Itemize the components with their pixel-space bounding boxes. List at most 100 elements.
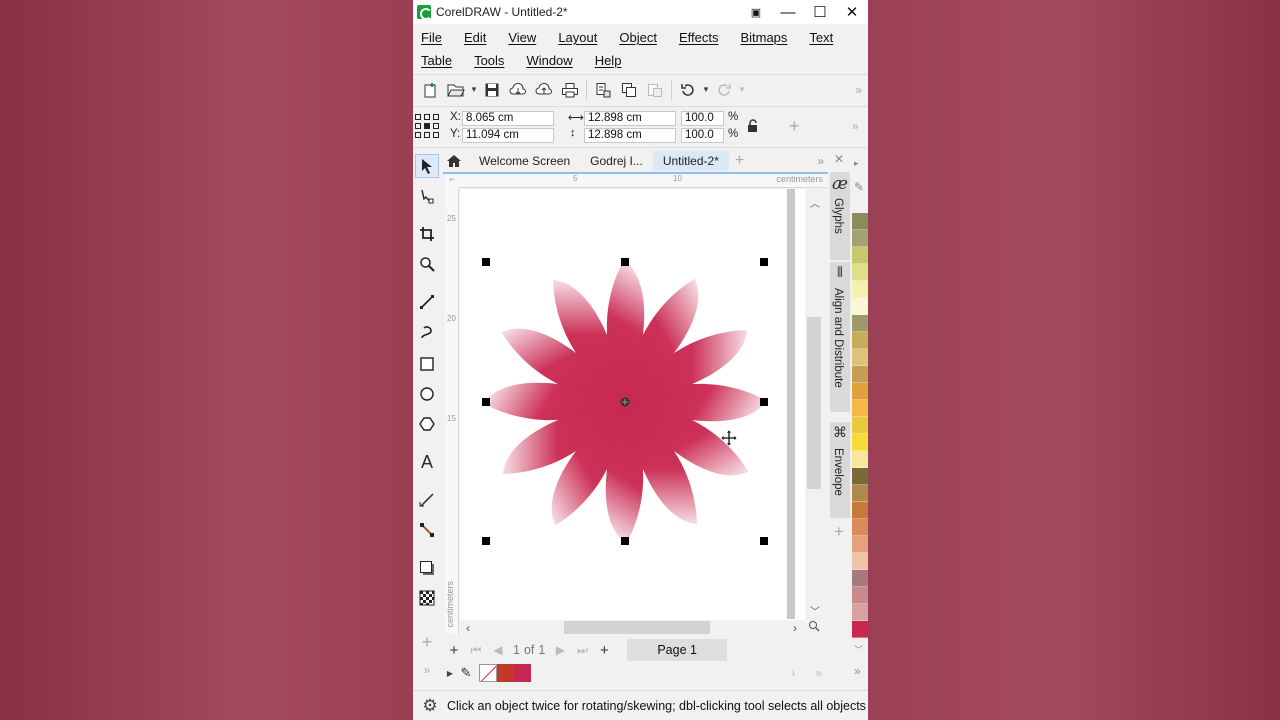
palette-swatch[interactable] [852,485,868,502]
palette-swatch[interactable] [852,366,868,383]
docker-tab-envelope[interactable]: ⌘ Envelope [830,422,850,518]
palette-swatch[interactable] [852,621,868,638]
rectangle-tool-icon[interactable] [415,352,439,376]
toolbox-overflow-icon[interactable]: » [415,658,439,682]
palette-swatch[interactable] [852,281,868,298]
current-page-number[interactable]: 1 [509,643,524,657]
minimize-button[interactable]: — [772,0,804,24]
palette-swatch[interactable] [852,383,868,400]
pick-tool-icon[interactable] [415,154,439,178]
menu-table[interactable]: Table [413,53,452,68]
redo-icon[interactable] [711,77,737,103]
new-document-icon[interactable] [417,77,443,103]
connector-tool-icon[interactable] [415,518,439,542]
palette-swatch[interactable] [852,587,868,604]
drop-shadow-icon[interactable] [415,556,439,580]
docker-tab-align-distribute[interactable]: ⫴ Align and Distribute [830,262,850,412]
scroll-down-icon[interactable]: ﹀ [810,603,820,618]
menu-layout[interactable]: Layout [550,30,597,45]
doc-color-swatch[interactable] [497,664,514,682]
open-icon[interactable] [443,77,469,103]
palette-swatch[interactable] [852,264,868,281]
palette-swatch[interactable] [852,434,868,451]
palette-swatch[interactable] [852,502,868,519]
palette-swatch[interactable] [852,604,868,621]
palette-scroll-up-icon[interactable]: ▸ [854,158,859,169]
add-preset-icon[interactable]: + [789,116,800,137]
eyedropper-icon[interactable]: ✎ [457,665,475,681]
last-page-icon[interactable]: ⏭ [571,643,593,658]
gear-icon[interactable]: ⚙ [419,696,441,716]
copy-icon[interactable] [616,77,642,103]
width-field[interactable]: 12.898 cm [584,111,676,126]
menu-bitmaps[interactable]: Bitmaps [732,30,787,45]
palette-swatch[interactable] [852,519,868,536]
cloud-export-icon[interactable] [531,77,557,103]
docpal-overflow-icon[interactable]: » [815,666,822,680]
center-marker-icon[interactable] [620,397,630,407]
palette-swatch[interactable] [852,468,868,485]
palette-eyedropper-icon[interactable]: ✎ [854,180,864,194]
vertical-scroll-thumb[interactable] [807,317,821,489]
menu-text[interactable]: Text [801,30,833,45]
pinwheel-flower-drawing[interactable] [460,189,805,619]
palette-expand-icon[interactable]: ▶ [443,669,457,678]
ruler-origin[interactable]: ⌐ [445,174,459,188]
palette-swatch[interactable] [852,536,868,553]
zoom-tool-icon[interactable] [415,252,439,276]
freehand-tool-icon[interactable] [415,290,439,314]
add-tool-icon[interactable]: + [415,630,439,654]
menu-edit[interactable]: Edit [456,30,486,45]
doc-color-swatch[interactable] [514,664,531,682]
scroll-left-icon[interactable]: ‹ [466,621,470,635]
horizontal-scroll-thumb[interactable] [564,621,710,634]
ellipse-tool-icon[interactable] [415,382,439,406]
first-page-icon[interactable]: ⏮ [465,643,487,658]
docpal-scroll-right-icon[interactable]: › [791,666,795,680]
transparency-tool-icon[interactable] [415,586,439,610]
close-button[interactable]: ✕ [836,0,868,24]
x-position-field[interactable]: 8.065 cm [462,111,554,126]
palette-swatch[interactable] [852,315,868,332]
lock-ratio-icon[interactable] [746,119,760,133]
redo-dropdown-icon[interactable]: ▼ [737,85,747,94]
palette-swatch[interactable] [852,247,868,264]
save-icon[interactable] [479,77,505,103]
color-palette[interactable] [852,213,868,641]
crop-tool-icon[interactable] [415,222,439,246]
tab-godrej[interactable]: Godrej I... [580,151,653,171]
undo-dropdown-icon[interactable]: ▼ [701,85,711,94]
palette-swatch[interactable] [852,553,868,570]
previous-page-icon[interactable]: ◀ [487,643,509,657]
palette-swatch[interactable] [852,230,868,247]
docker-tab-glyphs[interactable]: æ Glyphs [830,172,850,260]
menu-help[interactable]: Help [587,53,622,68]
palette-swatch[interactable] [852,400,868,417]
vertical-scrollbar[interactable]: ︿ ﹀ [805,189,827,621]
menu-view[interactable]: View [500,30,536,45]
palette-swatch[interactable] [852,349,868,366]
shape-tool-icon[interactable] [415,184,439,208]
menu-window[interactable]: Window [518,53,572,68]
add-page-before-icon[interactable]: + [443,642,465,659]
propbar-overflow-icon[interactable]: » [852,119,859,133]
add-tab-icon[interactable]: + [735,152,744,170]
scroll-up-icon[interactable]: ︿ [810,195,820,210]
object-origin-icon[interactable] [415,114,441,140]
horizontal-ruler[interactable]: centimeters 5 10 [459,174,827,188]
paste-icon[interactable] [642,77,668,103]
polygon-tool-icon[interactable] [415,412,439,436]
menu-effects[interactable]: Effects [671,30,719,45]
cloud-import-icon[interactable] [505,77,531,103]
palette-overflow-icon[interactable]: » [854,664,861,678]
menu-file[interactable]: File [413,30,442,45]
parallel-dimension-icon[interactable] [415,488,439,512]
add-page-after-icon[interactable]: + [593,642,615,659]
scale-height-field[interactable]: 100.0 [681,128,724,143]
help-window-icon[interactable]: ▣ [740,0,772,24]
y-position-field[interactable]: 11.094 cm [462,128,554,143]
home-icon[interactable] [445,152,463,170]
palette-scroll-down-icon[interactable]: ﹀ [854,643,863,656]
undo-icon[interactable] [675,77,701,103]
horizontal-scrollbar[interactable]: ‹ › [460,620,805,636]
